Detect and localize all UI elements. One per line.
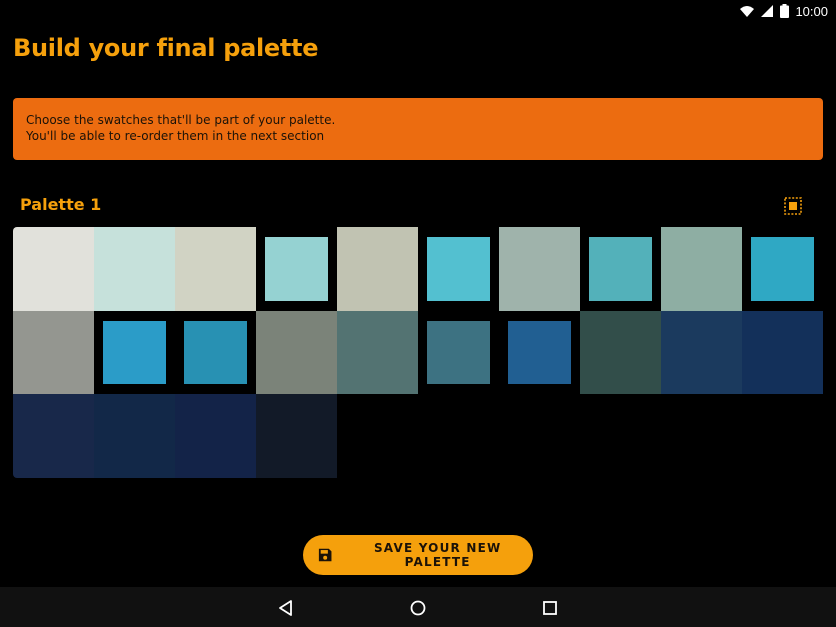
recents-icon[interactable] [539, 597, 561, 619]
color-swatch[interactable] [742, 310, 823, 394]
swatch-color [742, 310, 823, 394]
swatch-color [13, 310, 94, 394]
swatch-color [337, 227, 418, 311]
swatch-color [427, 237, 490, 301]
swatch-color [661, 310, 742, 394]
color-swatch[interactable] [13, 310, 94, 394]
swatch-color [589, 237, 652, 301]
back-icon[interactable] [275, 597, 297, 619]
swatch-color [175, 394, 256, 478]
color-swatch[interactable] [661, 227, 742, 311]
color-swatch[interactable] [256, 310, 337, 394]
swatch-color [94, 394, 175, 478]
swatch-color [751, 237, 814, 301]
swatch-color [661, 227, 742, 311]
color-swatch[interactable] [661, 310, 742, 394]
navigation-bar [0, 587, 836, 627]
swatch-color [256, 310, 337, 394]
color-swatch[interactable] [580, 227, 661, 311]
swatch-color [103, 320, 166, 384]
swatch-color [499, 227, 580, 311]
swatch-color [580, 310, 661, 394]
color-swatch[interactable] [256, 227, 337, 311]
color-swatch[interactable] [580, 310, 661, 394]
swatch-color [175, 227, 256, 311]
save-button-label: SAVE YOUR NEW PALETTE [373, 541, 502, 569]
color-swatch[interactable] [175, 310, 256, 394]
clock-time: 10:00 [795, 3, 828, 19]
color-swatch[interactable] [94, 310, 175, 394]
color-swatch[interactable] [499, 310, 580, 394]
color-swatch[interactable] [94, 227, 175, 311]
battery-icon [780, 4, 790, 18]
swatch-color [13, 227, 94, 311]
swatch-color [337, 310, 418, 394]
swatch-grid [13, 227, 823, 478]
swatch-color [256, 394, 337, 478]
palette-name: Palette 1 [20, 195, 102, 214]
save-palette-button[interactable]: SAVE YOUR NEW PALETTE [303, 535, 533, 575]
swatch-color [94, 227, 175, 311]
color-swatch[interactable] [13, 394, 94, 478]
swatch-color [13, 394, 94, 478]
color-swatch[interactable] [256, 394, 337, 478]
page-title: Build your final palette [13, 34, 319, 62]
swatch-color [508, 320, 571, 384]
select-all-icon[interactable] [784, 197, 802, 215]
swatch-color [265, 237, 328, 301]
color-swatch[interactable] [337, 227, 418, 311]
color-swatch[interactable] [418, 310, 499, 394]
color-swatch[interactable] [499, 227, 580, 311]
swatch-color [184, 320, 247, 384]
home-icon[interactable] [407, 597, 429, 619]
banner-line-2: You'll be able to re-order them in the n… [26, 129, 325, 143]
floppy-disk-icon [318, 548, 332, 562]
instruction-banner: Choose the swatches that'll be part of y… [13, 98, 823, 160]
color-swatch[interactable] [742, 227, 823, 311]
wifi-icon [740, 6, 755, 17]
signal-icon [761, 5, 774, 17]
swatch-color [427, 320, 490, 384]
status-bar: 10:00 [0, 0, 836, 22]
color-swatch[interactable] [175, 394, 256, 478]
color-swatch[interactable] [175, 227, 256, 311]
banner-line-1: Choose the swatches that'll be part of y… [26, 113, 336, 127]
color-swatch[interactable] [13, 227, 94, 311]
color-swatch[interactable] [94, 394, 175, 478]
color-swatch[interactable] [418, 227, 499, 311]
color-swatch[interactable] [337, 310, 418, 394]
